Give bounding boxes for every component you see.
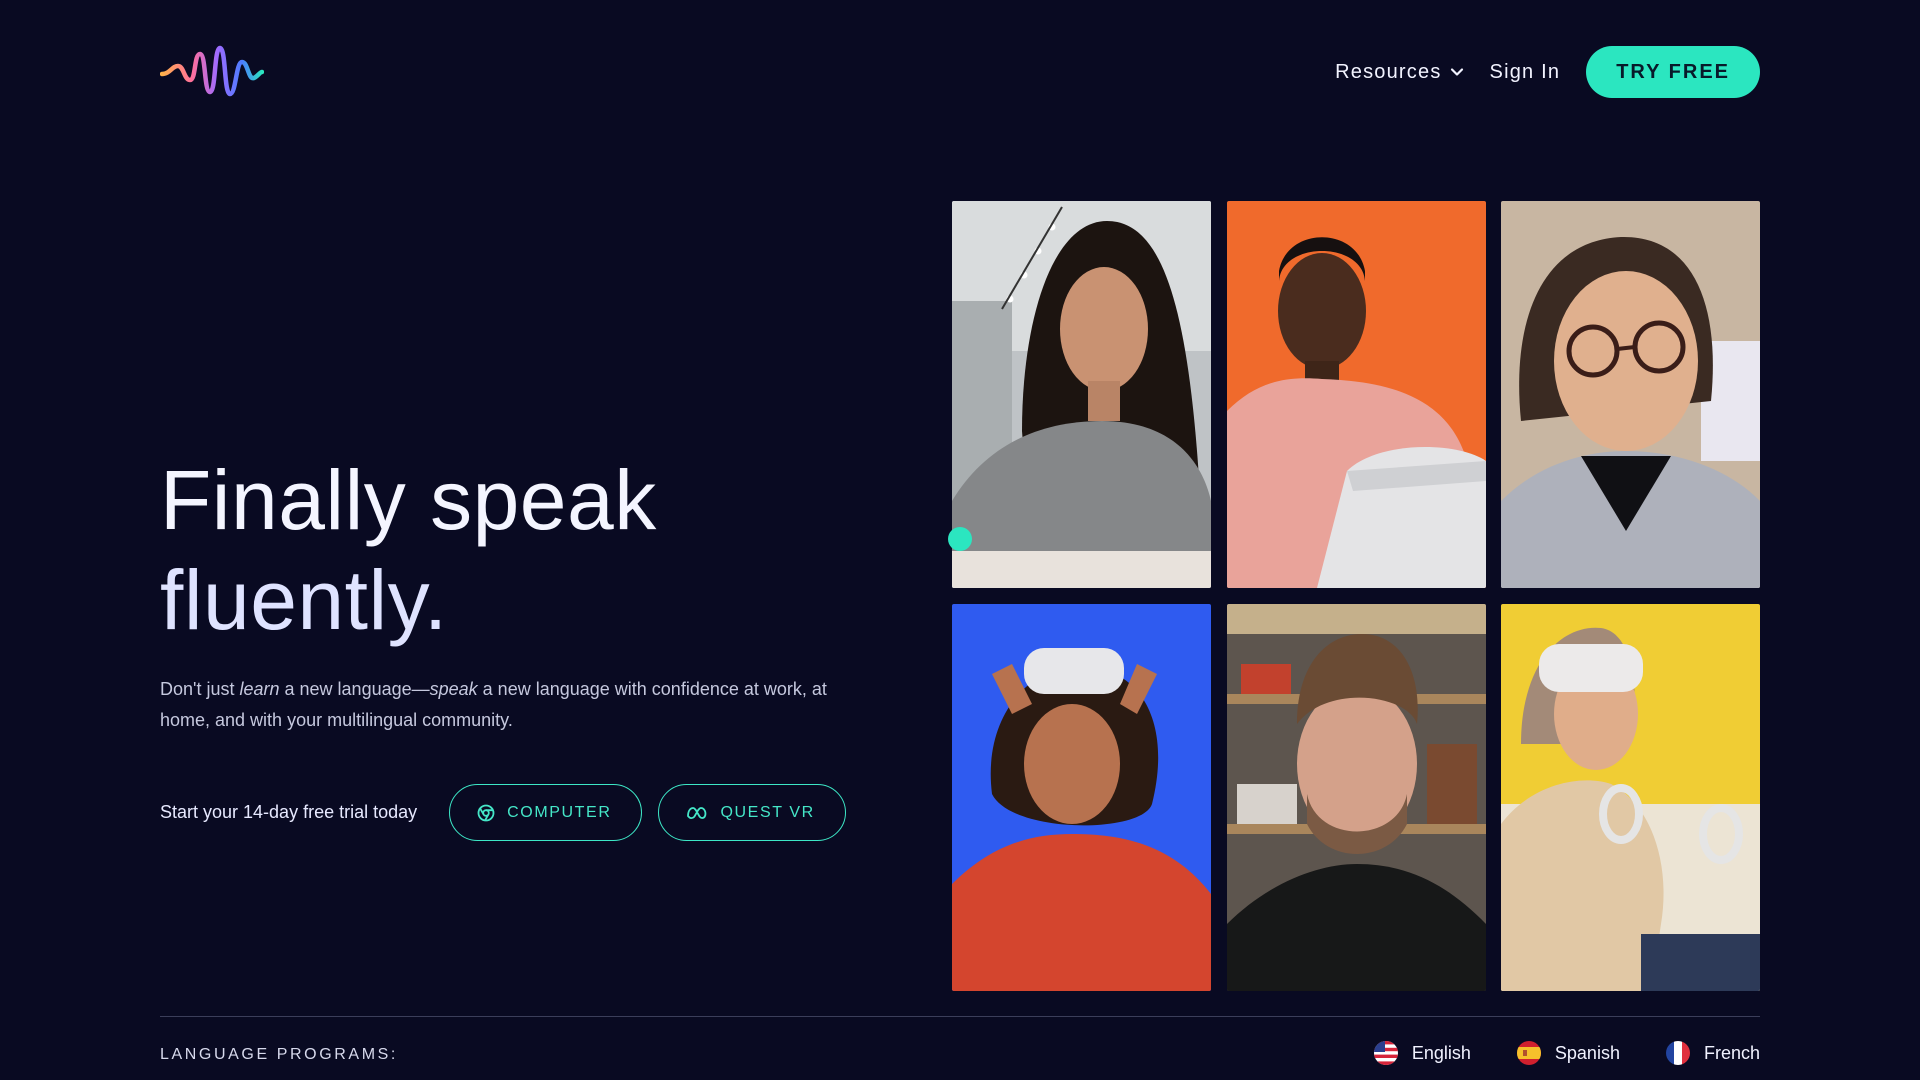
- sign-in-link[interactable]: Sign In: [1490, 61, 1561, 84]
- chrome-icon: [477, 804, 495, 821]
- spain-flag-icon: [1516, 1041, 1541, 1065]
- us-flag-icon: [1373, 1041, 1398, 1065]
- photo-tile-woman-vr-blue: [952, 604, 1211, 991]
- photo-tile-woman-kitchen: [952, 201, 1211, 588]
- computer-button[interactable]: COMPUTER: [449, 784, 643, 841]
- language-label: Spanish: [1554, 1042, 1620, 1063]
- desc-emphasis-learn: learn: [239, 679, 280, 699]
- trial-text: Start your 14-day free trial today: [160, 802, 418, 822]
- meta-icon: [687, 806, 707, 819]
- resources-menu[interactable]: Resources: [1335, 61, 1463, 84]
- hero-title-line2: fluently.: [160, 553, 448, 647]
- photo-tile-woman-vr-yellow: [1501, 604, 1760, 991]
- photo-tile-man-bookshelf: [1227, 604, 1486, 991]
- logo-wave-icon[interactable]: [160, 44, 264, 98]
- france-flag-icon: [1665, 1041, 1690, 1065]
- language-list: English Spanish French: [1373, 1041, 1760, 1065]
- quest-vr-button[interactable]: QUEST VR: [658, 784, 846, 841]
- language-programs-label: LANGUAGE PROGRAMS:: [160, 1046, 398, 1063]
- photo-tile-woman-glasses: [1501, 201, 1760, 588]
- desc-emphasis-speak: speak: [429, 679, 478, 699]
- language-label: English: [1411, 1042, 1471, 1063]
- language-spanish[interactable]: Spanish: [1516, 1041, 1620, 1065]
- language-english[interactable]: English: [1373, 1041, 1471, 1065]
- top-nav: Resources Sign In TRY FREE: [1335, 46, 1760, 98]
- chevron-down-icon: [1450, 68, 1463, 76]
- hero-description: Don't just learn a new language—speak a …: [160, 674, 880, 736]
- desc-part1: Don't just: [160, 679, 240, 699]
- quest-vr-button-label: QUEST VR: [720, 803, 815, 821]
- resources-label: Resources: [1335, 60, 1442, 83]
- hero-title: Finally speak fluently.: [160, 450, 940, 650]
- video-photo-grid: [952, 201, 1760, 992]
- divider: [160, 1016, 1760, 1017]
- live-indicator-dot: [948, 527, 972, 551]
- trial-row: Start your 14-day free trial today COMPU…: [160, 784, 846, 841]
- desc-part2: a new language—: [279, 679, 430, 699]
- language-label: French: [1703, 1042, 1760, 1063]
- try-free-button[interactable]: TRY FREE: [1586, 46, 1760, 98]
- photo-tile-man-laptop: [1227, 201, 1486, 588]
- hero-title-line1: Finally speak: [160, 453, 657, 547]
- language-french[interactable]: French: [1665, 1041, 1760, 1065]
- page: Resources Sign In TRY FREE Finally speak…: [0, 0, 1920, 1080]
- computer-button-label: COMPUTER: [507, 803, 612, 821]
